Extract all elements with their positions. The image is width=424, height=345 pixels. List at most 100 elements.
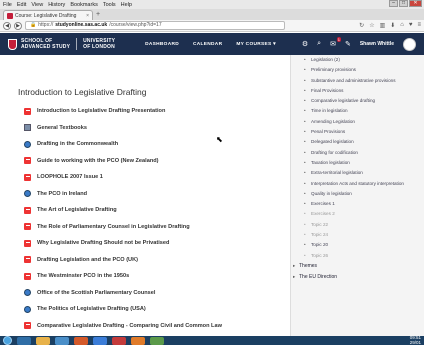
close-icon[interactable]: ✕ — [409, 0, 422, 7]
menu-view[interactable]: View — [31, 2, 43, 8]
activity-item[interactable]: Why Legislative Drafting Should not be P… — [24, 235, 264, 252]
menu-tools[interactable]: Tools — [103, 2, 116, 8]
activity-item[interactable]: Drafting in the Commonwealth — [24, 136, 264, 153]
sidebar-item[interactable]: Legislation (2) — [291, 57, 424, 63]
sidebar-item[interactable]: Extra-territorial legislation — [291, 170, 424, 176]
nav-calendar[interactable]: CALENDAR — [193, 42, 222, 47]
activity-item[interactable]: The Politics of Legislative Drafting (US… — [24, 301, 264, 318]
activity-label[interactable]: The Politics of Legislative Drafting (US… — [37, 306, 146, 312]
chat-icon[interactable]: ✎ — [345, 40, 351, 48]
favicon-icon — [7, 12, 13, 19]
system-clock[interactable]: 09:51 29/01 — [410, 335, 424, 345]
search-icon[interactable]: ⌕ — [317, 40, 321, 48]
pdf-icon — [24, 173, 31, 181]
activity-label[interactable]: Drafting in the Commonwealth — [37, 141, 118, 147]
user-name[interactable]: Shawn Whittle — [360, 41, 394, 47]
avatar[interactable] — [403, 37, 416, 51]
url-domain: studyonline.sas.ac.uk — [55, 22, 108, 28]
logo-univ-line2: OF LONDON — [83, 44, 115, 50]
address-bar[interactable]: 🔒 https://studyonline.sas.ac.uk/course/v… — [25, 21, 285, 30]
activity-label[interactable]: The Westminster PCO in the 1950s — [37, 273, 129, 279]
sidebar-item[interactable]: Preliminary provisions — [291, 67, 424, 73]
tab-close-icon[interactable]: × — [86, 13, 89, 19]
sidebar-item[interactable]: Drafting for codification — [291, 150, 424, 156]
gear-icon[interactable]: ⚙ — [302, 40, 308, 48]
site-logo[interactable]: SCHOOL OF ADVANCED STUDY UNIVERSITY OF L… — [8, 38, 115, 50]
activity-item[interactable]: Introduction to Legislative Drafting Pre… — [24, 103, 264, 120]
activity-label[interactable]: Why Legislative Drafting Should not be P… — [37, 240, 169, 246]
menu-bookmarks[interactable]: Bookmarks — [70, 2, 98, 8]
media-icon[interactable] — [55, 336, 69, 345]
activity-label[interactable]: Guide to working with the PCO (New Zeala… — [37, 158, 159, 164]
sidebar-item[interactable]: Comparative legislative drafting — [291, 98, 424, 104]
sidebar-item[interactable]: Amending Legislation — [291, 119, 424, 125]
sidebar-item[interactable]: Topic 22 — [291, 222, 424, 228]
library-icon[interactable]: ▥ — [380, 22, 386, 29]
activity-item[interactable]: The Westminster PCO in the 1950s — [24, 268, 264, 285]
sidebar-item[interactable]: Topic 20 — [291, 242, 424, 248]
sidebar-item[interactable]: Exercises 1 — [291, 201, 424, 207]
menu-icon[interactable]: ≡ — [417, 22, 421, 29]
activity-item[interactable]: General Textbooks — [24, 120, 264, 137]
sidebar-item[interactable]: Quality in legislation — [291, 191, 424, 197]
word-icon[interactable] — [93, 336, 107, 345]
activity-item[interactable]: Drafting Legislation and the PCO (UK) — [24, 252, 264, 269]
sidebar-item[interactable]: Topic 26 — [291, 253, 424, 259]
notifications-icon[interactable]: ✉ 1 — [330, 37, 341, 48]
sidebar-item[interactable]: Exercises 2 — [291, 211, 424, 217]
sidebar-item[interactable]: Topic 24 — [291, 232, 424, 238]
activity-label[interactable]: General Textbooks — [37, 125, 87, 131]
activity-label[interactable]: Drafting Legislation and the PCO (UK) — [37, 257, 138, 263]
activity-label[interactable]: The Art of Legislative Drafting — [37, 207, 117, 213]
sidebar-item[interactable]: Final Provisions — [291, 88, 424, 94]
sidebar-section-themes[interactable]: Themes — [291, 263, 424, 269]
bookmark-icon[interactable]: ♥ — [409, 22, 413, 29]
start-button-icon[interactable] — [3, 336, 12, 345]
activity-label[interactable]: Office of the Scottish Parliamentary Cou… — [37, 290, 155, 296]
sidebar-item[interactable]: Delegated legislation — [291, 139, 424, 145]
reload-icon[interactable]: ↻ — [359, 22, 364, 29]
activity-item[interactable]: Comparative Legislative Drafting - Compa… — [24, 318, 264, 335]
folder-icon[interactable] — [36, 336, 50, 345]
maximize-icon[interactable]: □ — [399, 0, 408, 7]
pdf-icon — [24, 223, 31, 231]
browser-tab-active[interactable]: Course: Legislative Drafting × — [3, 10, 93, 20]
download-icon[interactable]: ⬇ — [390, 22, 395, 29]
sidebar-item[interactable]: Interpretation Acts and statutory interp… — [291, 181, 424, 187]
activity-label[interactable]: The PCO in Ireland — [37, 191, 87, 197]
powerpoint-icon[interactable] — [131, 336, 145, 345]
menu-history[interactable]: History — [48, 2, 65, 8]
activity-item[interactable]: Office of the Scottish Parliamentary Cou… — [24, 285, 264, 302]
activity-item[interactable]: The Role of Parliamentary Counsel in Leg… — [24, 219, 264, 236]
menu-help[interactable]: Help — [121, 2, 132, 8]
top-navigation: DASHBOARD CALENDAR MY COURSES ▾ — [145, 42, 276, 47]
ie-icon[interactable] — [17, 336, 31, 345]
back-icon[interactable]: ◀ — [3, 21, 11, 30]
nav-my-courses[interactable]: MY COURSES ▾ — [236, 42, 276, 47]
forward-icon[interactable]: ▶ — [14, 21, 22, 30]
sidebar-item[interactable]: Time in legislation — [291, 108, 424, 114]
minimize-icon[interactable]: – — [389, 0, 398, 7]
activity-item[interactable]: The PCO in Ireland — [24, 186, 264, 203]
home-icon[interactable]: ⌂ — [400, 22, 404, 29]
firefox-icon[interactable] — [74, 336, 88, 345]
pdf-reader-icon[interactable] — [112, 336, 126, 345]
activity-item[interactable]: Guide to working with the PCO (New Zeala… — [24, 153, 264, 170]
taskbar: 09:51 29/01 — [0, 335, 424, 345]
nav-dashboard[interactable]: DASHBOARD — [145, 42, 179, 47]
activity-label[interactable]: LOOPHOLE 2007 Issue 1 — [37, 174, 103, 180]
activity-label[interactable]: Comparative Legislative Drafting - Compa… — [37, 323, 222, 329]
activity-item[interactable]: LOOPHOLE 2007 Issue 1 — [24, 169, 264, 186]
activity-label[interactable]: Introduction to Legislative Drafting Pre… — [37, 108, 165, 114]
menu-edit[interactable]: Edit — [17, 2, 26, 8]
sidebar-item[interactable]: Substantive and administrative provision… — [291, 78, 424, 84]
activity-item[interactable]: The Art of Legislative Drafting — [24, 202, 264, 219]
sidebar-item[interactable]: Taxation legislation — [291, 160, 424, 166]
new-tab-icon[interactable]: + — [93, 11, 103, 20]
sidebar-section-eu-direction[interactable]: The EU Direction — [291, 274, 424, 280]
app-icon[interactable] — [150, 336, 164, 345]
menu-file[interactable]: File — [3, 2, 12, 8]
star-icon[interactable]: ☆ — [369, 22, 374, 29]
activity-label[interactable]: The Role of Parliamentary Counsel in Leg… — [37, 224, 190, 230]
sidebar-item[interactable]: Penal Provisions — [291, 129, 424, 135]
